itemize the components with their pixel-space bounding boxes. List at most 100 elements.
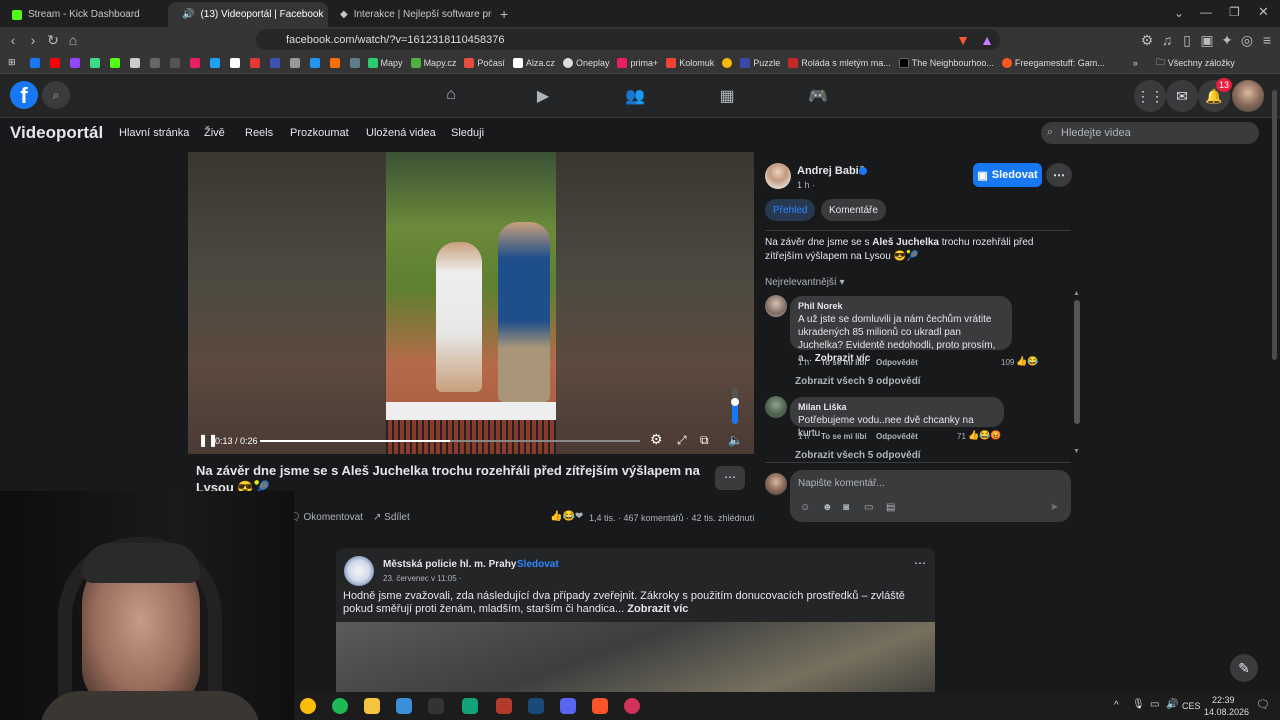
chrome-taskbar-icon[interactable]	[300, 698, 316, 714]
subnav-following[interactable]: Sleduji	[451, 127, 484, 139]
author-avatar[interactable]	[765, 163, 791, 189]
bookmark-pocasi[interactable]: Počasí	[464, 57, 505, 68]
bookmark-mapy[interactable]: Mapy	[367, 57, 403, 68]
page-scrollbar[interactable]	[1272, 90, 1277, 360]
app4-taskbar-icon[interactable]	[624, 698, 640, 714]
post-more-icon[interactable]: ⋯	[914, 556, 926, 570]
send-icon[interactable]: ➤	[1050, 502, 1058, 513]
rewards-icon[interactable]: ▲	[978, 31, 996, 49]
messenger-button[interactable]: ✉	[1166, 80, 1198, 112]
misc8-bookmark-icon[interactable]	[309, 57, 320, 68]
misc6-bookmark-icon[interactable]	[269, 57, 280, 68]
speaker-tray-icon[interactable]: 🔊	[1166, 699, 1178, 710]
kick-bookmark-icon[interactable]	[109, 57, 120, 68]
chart-bookmark-icon[interactable]	[89, 57, 100, 68]
misc7-bookmark-icon[interactable]	[289, 57, 300, 68]
comment-sort[interactable]: Nejrelevantnější ▾	[765, 277, 845, 288]
leo-icon[interactable]: ✦	[1218, 31, 1236, 49]
maximize-icon[interactable]: ❐	[1229, 5, 1240, 19]
bookmark-mapycz[interactable]: Mapy.cz	[410, 57, 456, 68]
video-player[interactable]	[188, 152, 754, 454]
subnav-explore[interactable]: Prozkoumat	[290, 127, 349, 139]
subnav-reels[interactable]: Reels	[245, 127, 273, 139]
video-progress-bar[interactable]	[260, 440, 640, 442]
misc3-bookmark-icon[interactable]	[189, 57, 200, 68]
menu-button[interactable]: ⋮⋮	[1134, 80, 1166, 112]
emoji-icon[interactable]: ☻	[822, 502, 833, 513]
bookmark-oneplay[interactable]: Oneplay	[562, 57, 609, 68]
new-message-button[interactable]: ✎	[1230, 654, 1258, 682]
bookmark-prima[interactable]: prima+	[617, 57, 658, 68]
anchor-bookmark-icon[interactable]	[129, 57, 140, 68]
more-bookmarks-icon[interactable]: »	[1133, 58, 1138, 68]
minimize-icon[interactable]: —	[1200, 5, 1212, 19]
subnav-saved[interactable]: Uložená videa	[366, 127, 436, 139]
twitch-bookmark-icon[interactable]	[69, 57, 80, 68]
apps-icon[interactable]: ⊞	[8, 57, 16, 68]
vscode-taskbar-icon[interactable]	[396, 698, 412, 714]
extensions-icon[interactable]: ⚙	[1138, 31, 1156, 49]
misc5-bookmark-icon[interactable]	[249, 57, 260, 68]
pip-icon[interactable]: ⧉	[700, 433, 709, 448]
scroll-down-icon[interactable]: ▼	[1073, 448, 1080, 455]
app2-taskbar-icon[interactable]	[462, 698, 478, 714]
video-more-button[interactable]: ⋯	[715, 466, 745, 490]
tab-interakce[interactable]: ◆ Interakce | Nejlepší software pro vyle	[332, 2, 492, 27]
sidebar-icon[interactable]: ▯	[1178, 31, 1196, 49]
panel-more-button[interactable]: ⋯	[1046, 163, 1072, 187]
comments-scrollbar[interactable]	[1074, 300, 1080, 424]
reload-icon[interactable]: ↻	[44, 31, 62, 49]
app3-taskbar-icon[interactable]	[496, 698, 512, 714]
notifications-tray-icon[interactable]: 🗨	[1256, 698, 1270, 711]
scroll-up-icon[interactable]: ▲	[1073, 290, 1080, 297]
app-taskbar-icon[interactable]	[428, 698, 444, 714]
bookmark-kolomuk[interactable]: Kolomuk	[666, 57, 714, 68]
marketplace-nav-icon[interactable]: ▦	[717, 86, 737, 106]
explorer-taskbar-icon[interactable]	[364, 698, 380, 714]
brave-taskbar-icon[interactable]	[592, 698, 608, 714]
spotify-taskbar-icon[interactable]	[332, 698, 348, 714]
discord-taskbar-icon[interactable]	[560, 698, 576, 714]
volume-slider[interactable]	[731, 388, 739, 424]
subnav-live[interactable]: Živě	[204, 127, 225, 139]
music-icon[interactable]: ♫	[1158, 31, 1176, 49]
commenter-avatar[interactable]	[765, 396, 787, 418]
reply-link[interactable]: Odpovědět	[876, 358, 918, 367]
avatar-sticker-icon[interactable]: ☺	[800, 502, 810, 513]
post-follow-link[interactable]: Sledovat	[517, 559, 559, 570]
language-indicator[interactable]: CES	[1182, 701, 1201, 711]
misc4-bookmark-icon[interactable]	[209, 57, 220, 68]
mic-icon[interactable]: 🎙	[1132, 699, 1145, 710]
share-action[interactable]: ↗ Sdílet	[373, 512, 410, 523]
commenter-name[interactable]: Milan Liška	[798, 401, 996, 414]
settings-icon[interactable]: ⚙	[650, 431, 663, 448]
police-avatar[interactable]	[344, 556, 374, 586]
tab-facebook[interactable]: 🔊 (13) Videoportál | Facebook ×	[168, 2, 328, 27]
commenter-avatar[interactable]	[765, 295, 787, 317]
chrome-bookmark-icon[interactable]	[722, 57, 733, 68]
misc9-bookmark-icon[interactable]	[329, 57, 340, 68]
network-icon[interactable]: ▭	[1150, 699, 1159, 710]
sticker-icon[interactable]: ▤	[886, 502, 895, 513]
bookmark-freegamestuff[interactable]: Freegamestuff: Gam...	[1001, 57, 1105, 68]
back-icon[interactable]: ‹	[4, 31, 22, 49]
tab-overview[interactable]: Přehled	[765, 199, 816, 221]
like-link[interactable]: To se mi líbí	[821, 358, 867, 367]
video-nav-icon[interactable]: ▶	[533, 86, 553, 106]
post-author[interactable]: Městská policie hl. m. Prahy	[383, 559, 516, 570]
facebook-logo[interactable]: f	[10, 81, 38, 109]
steam-taskbar-icon[interactable]	[528, 698, 544, 714]
bookmark-puzzle[interactable]: Puzzle	[740, 57, 780, 68]
all-bookmarks[interactable]: 🗀 Všechny záložky	[1156, 55, 1235, 71]
vpn-icon[interactable]: ◎	[1238, 31, 1256, 49]
gif-icon[interactable]: ▭	[864, 502, 873, 513]
view-replies-link[interactable]: Zobrazit všech 5 odpovědí	[795, 450, 921, 460]
comment-input[interactable]: Napište komentář... ☺ ☻ ◙ ▭ ▤ ➤	[790, 470, 1071, 522]
home-icon[interactable]: ⌂	[64, 31, 82, 49]
misc-bookmark-icon[interactable]	[149, 57, 160, 68]
clock-time[interactable]: 22:39	[1212, 695, 1235, 705]
youtube-bookmark-icon[interactable]	[49, 57, 60, 68]
brave-shield-icon[interactable]: ▼	[954, 31, 972, 49]
bookmark-rolada[interactable]: Roláda s mletým ma...	[788, 57, 891, 68]
subnav-home[interactable]: Hlavní stránka	[119, 127, 189, 139]
